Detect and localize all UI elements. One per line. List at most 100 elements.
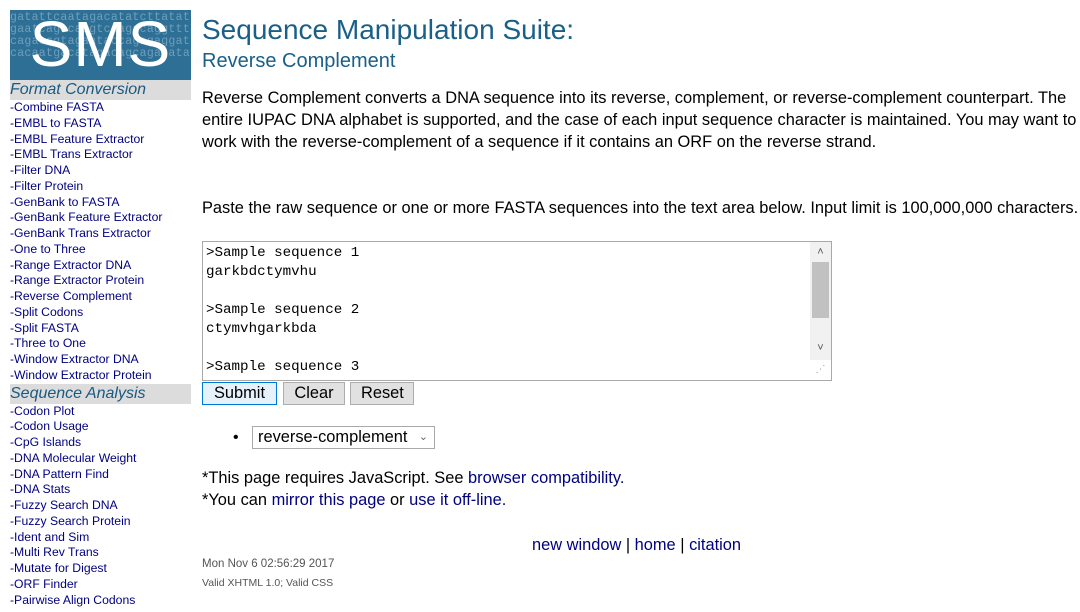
sidebar-link[interactable]: -Reverse Complement [10, 289, 132, 303]
sidebar-item[interactable]: -EMBL to FASTA [10, 116, 191, 132]
mirror-note: *You can mirror this page or use it off-… [202, 491, 507, 509]
sidebar-link[interactable]: -Combine FASTA [10, 100, 104, 114]
citation-link[interactable]: citation [689, 536, 741, 554]
sidebar-link[interactable]: -Window Extractor Protein [10, 368, 152, 382]
sidebar-item[interactable]: -Pairwise Align Codons [10, 593, 191, 609]
sidebar-link[interactable]: -DNA Pattern Find [10, 467, 109, 481]
submit-button[interactable]: Submit [202, 382, 277, 405]
sidebar-link[interactable]: -ORF Finder [10, 577, 78, 591]
sidebar-link[interactable]: -CpG Islands [10, 435, 81, 449]
sidebar-link[interactable]: -EMBL Feature Extractor [10, 132, 144, 146]
sidebar-item[interactable]: -Window Extractor DNA [10, 352, 191, 368]
validation-note: Valid XHTML 1.0; Valid CSS [202, 577, 334, 589]
sidebar-link[interactable]: -Filter DNA [10, 163, 70, 177]
sidebar-item[interactable]: -Fuzzy Search Protein [10, 514, 191, 530]
sidebar-item[interactable]: -Split Codons [10, 305, 191, 321]
sidebar-item[interactable]: -GenBank to FASTA [10, 195, 191, 211]
sidebar-item[interactable]: -Combine FASTA [10, 100, 191, 116]
main-content: Sequence Manipulation Suite: Reverse Com… [202, 12, 1080, 589]
chevron-down-icon: ⌄ [418, 431, 428, 443]
bullet-icon: • [233, 429, 239, 446]
sidebar-link[interactable]: -Codon Plot [10, 404, 74, 418]
scroll-down-icon[interactable]: ˅ [810, 340, 831, 357]
sidebar-link[interactable]: -Multi Rev Trans [10, 545, 99, 559]
format-conversion-heading: Format Conversion [10, 80, 191, 100]
sidebar-link[interactable]: -EMBL to FASTA [10, 116, 101, 130]
footer-links: new window | home | citation [532, 536, 741, 554]
sidebar-link[interactable]: -Fuzzy Search Protein [10, 514, 131, 528]
format-conversion-nav: -Combine FASTA -EMBL to FASTA -EMBL Featur… [10, 100, 191, 384]
sidebar-link[interactable]: -Pairwise Align Codons [10, 593, 135, 607]
sidebar-link[interactable]: -EMBL Trans Extractor [10, 147, 133, 161]
javascript-note: *This page requires JavaScript. See brow… [202, 469, 625, 487]
sidebar-item[interactable]: -Codon Plot [10, 404, 191, 420]
scroll-up-icon[interactable]: ˄ [810, 244, 831, 261]
sidebar-link[interactable]: -Window Extractor DNA [10, 352, 139, 366]
textarea-scrollbar[interactable]: ˄ ˅ ⋰ [810, 242, 831, 380]
sidebar-item[interactable]: -DNA Molecular Weight [10, 451, 191, 467]
page-title: Sequence Manipulation Suite: [202, 14, 575, 45]
sidebar-link[interactable]: -Range Extractor DNA [10, 258, 131, 272]
paste-instructions: Paste the raw sequence or one or more FA… [202, 199, 1079, 217]
sidebar-item[interactable]: -Filter Protein [10, 179, 191, 195]
sidebar-link[interactable]: -DNA Molecular Weight [10, 451, 136, 465]
sms-logo: gatattcaatagacatatcttatat gaatcagacaagtca… [10, 10, 191, 80]
sidebar-item[interactable]: -Three to One [10, 336, 191, 352]
sidebar-item[interactable]: -EMBL Trans Extractor [10, 147, 191, 163]
sidebar-item[interactable]: -DNA Stats [10, 482, 191, 498]
sidebar-item[interactable]: -Filter DNA [10, 163, 191, 179]
page-date: Mon Nov 6 02:56:29 2017 [202, 558, 335, 570]
sidebar-link[interactable]: -Fuzzy Search DNA [10, 498, 118, 512]
new-window-link[interactable]: new window [532, 536, 621, 554]
notes: *This page requires JavaScript. See brow… [202, 467, 1080, 511]
sidebar-link[interactable]: -Mutate for Digest [10, 561, 107, 575]
home-link[interactable]: home [635, 536, 676, 554]
sidebar-link[interactable]: -GenBank Trans Extractor [10, 226, 151, 240]
sidebar-item[interactable]: -Codon Usage [10, 419, 191, 435]
sidebar-item[interactable]: -EMBL Feature Extractor [10, 132, 191, 148]
sidebar-link[interactable]: -One to Three [10, 242, 86, 256]
sidebar-link[interactable]: -Codon Usage [10, 419, 89, 433]
sidebar-item[interactable]: -Fuzzy Search DNA [10, 498, 191, 514]
sidebar-item[interactable]: -One to Three [10, 242, 191, 258]
sequence-analysis-heading: Sequence Analysis [10, 383, 191, 404]
logo-text: SMS [29, 10, 172, 80]
sidebar-item[interactable]: -Mutate for Digest [10, 561, 191, 577]
sidebar-item[interactable]: -DNA Pattern Find [10, 467, 191, 483]
sidebar-link[interactable]: -GenBank Feature Extractor [10, 210, 162, 224]
browser-compatibility-link[interactable]: browser compatibility. [468, 469, 624, 487]
intro-paragraph: Reverse Complement converts a DNA sequen… [202, 89, 1077, 151]
operation-select-value: reverse-complement [258, 428, 408, 446]
sidebar-item[interactable]: -Window Extractor Protein [10, 368, 191, 384]
sidebar-link[interactable]: -Range Extractor Protein [10, 273, 144, 287]
sequence-textarea[interactable]: >Sample sequence 1 garkbdctymvhu >Sample… [202, 241, 832, 381]
sidebar-link[interactable]: -Ident and Sim [10, 530, 89, 544]
sidebar: gatattcaatagacatatcttatat gaatcagacaagtca… [10, 10, 191, 608]
sidebar-item[interactable]: -Multi Rev Trans [10, 545, 191, 561]
mirror-page-link[interactable]: mirror this page [272, 491, 386, 509]
use-offline-link[interactable]: use it off-line. [409, 491, 506, 509]
sidebar-item[interactable]: -Range Extractor Protein [10, 273, 191, 289]
sidebar-item[interactable]: -Reverse Complement [10, 289, 191, 305]
sidebar-item[interactable]: -Ident and Sim [10, 530, 191, 546]
sidebar-item[interactable]: -Range Extractor DNA [10, 258, 191, 274]
sidebar-link[interactable]: -Three to One [10, 336, 86, 350]
reset-button[interactable]: Reset [350, 382, 414, 405]
sidebar-item[interactable]: -Split FASTA [10, 321, 191, 337]
resize-grip-icon[interactable]: ⋰ [810, 360, 831, 380]
sequence-analysis-nav: -Codon Plot -Codon Usage -CpG Islands -DNA … [10, 404, 191, 609]
sidebar-link[interactable]: -Split Codons [10, 305, 83, 319]
sidebar-link[interactable]: -Filter Protein [10, 179, 83, 193]
page-subtitle: Reverse Complement [202, 50, 396, 72]
operation-select[interactable]: reverse-complement ⌄ [252, 426, 435, 449]
sidebar-item[interactable]: -GenBank Feature Extractor [10, 210, 191, 226]
sidebar-item[interactable]: -ORF Finder [10, 577, 191, 593]
clear-button[interactable]: Clear [283, 382, 345, 405]
sidebar-link[interactable]: -GenBank to FASTA [10, 195, 120, 209]
sequence-text[interactable]: >Sample sequence 1 garkbdctymvhu >Sample… [205, 242, 806, 380]
sidebar-link[interactable]: -DNA Stats [10, 482, 70, 496]
sidebar-link[interactable]: -Split FASTA [10, 321, 79, 335]
scrollbar-thumb[interactable] [812, 262, 829, 318]
sidebar-item[interactable]: -GenBank Trans Extractor [10, 226, 191, 242]
sidebar-item[interactable]: -CpG Islands [10, 435, 191, 451]
